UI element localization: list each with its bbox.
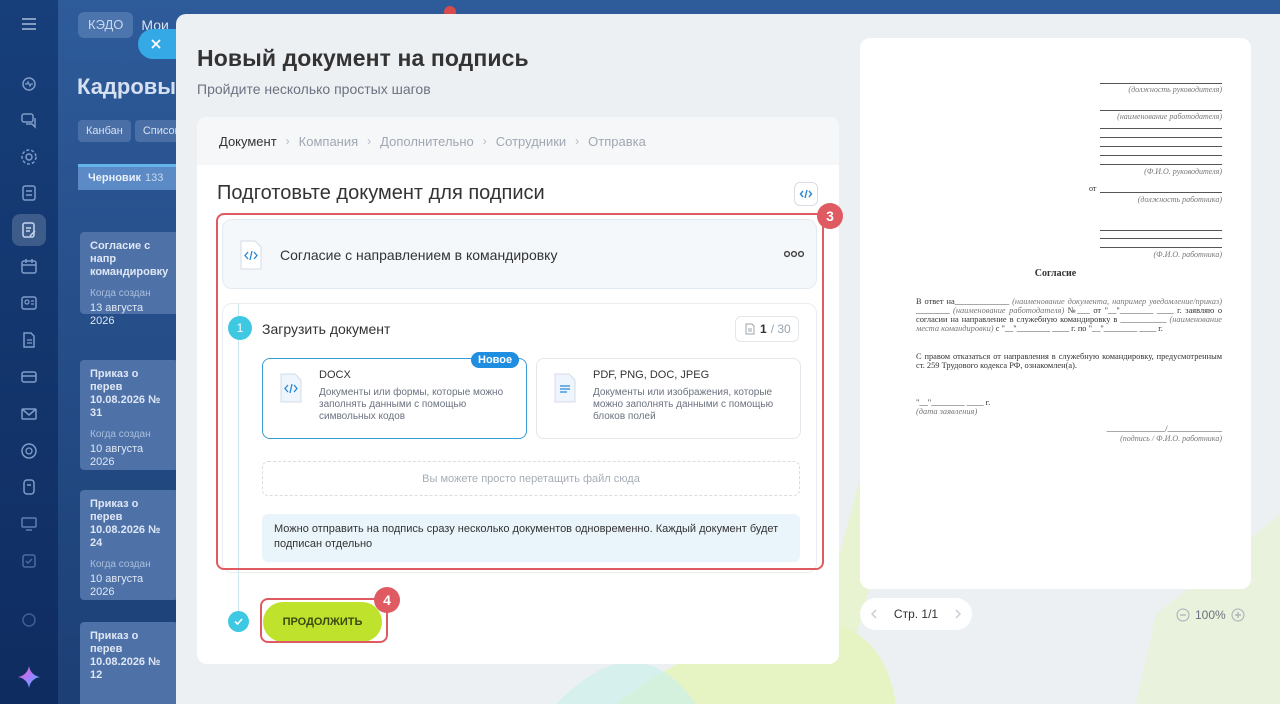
chevron-right-icon: › — [367, 134, 372, 148]
chevron-right-icon: › — [285, 134, 290, 148]
code-icon — [799, 189, 813, 199]
chevron-right-icon[interactable] — [954, 609, 962, 619]
caption-manager-position: (должность руководителя) — [1128, 85, 1222, 94]
circle-icon[interactable] — [19, 441, 39, 461]
kanban-card[interactable]: Приказ о перев 10.08.2026 № 24 Когда соз… — [80, 490, 178, 600]
zoom-controls: 100% — [1176, 608, 1245, 622]
chat-icon[interactable] — [19, 110, 39, 130]
tasks-icon[interactable] — [19, 183, 39, 203]
caption-employee-fio: (Ф.И.О. работника) — [1153, 250, 1222, 259]
chevron-left-icon[interactable] — [870, 609, 878, 619]
document-sign-icon[interactable] — [19, 220, 39, 240]
from-label: от — [1089, 184, 1097, 193]
menu-icon[interactable] — [19, 14, 39, 34]
wizard-steps: Документ › Компания › Дополнительно › Со… — [197, 117, 839, 165]
caption-date: (дата заявления) — [916, 407, 978, 416]
preview-paragraph-2: С правом отказаться от направления в слу… — [916, 352, 1222, 370]
callout-number-3: 3 — [817, 203, 843, 229]
card-title: Приказ о перев 10.08.2026 № 24 — [90, 498, 161, 549]
zoom-out-icon[interactable] — [1176, 608, 1190, 622]
card-date: 10 августа 2026 — [90, 573, 144, 598]
card-created-label: Когда создан — [90, 559, 151, 570]
kanban-card[interactable]: Согласие с напр командировку Когда созда… — [80, 232, 178, 327]
close-icon — [151, 39, 161, 49]
card-date: 10 августа 2026 — [90, 443, 144, 468]
chevron-right-icon: › — [575, 134, 580, 148]
step-complete-icon — [228, 611, 249, 632]
new-document-slider: Новый документ на подпись Пройдите неско… — [176, 14, 1280, 704]
wizard-card: Документ › Компания › Дополнительно › Со… — [197, 117, 843, 664]
background-view-switcher: Канбан Список — [78, 120, 188, 142]
zoom-in-icon[interactable] — [1231, 608, 1245, 622]
view-kanban[interactable]: Канбан — [78, 120, 131, 142]
card-title: Согласие с напр командировку — [90, 240, 169, 278]
card-date: 13 августа 2026 — [90, 302, 144, 327]
slider-subtitle: Пройдите несколько простых шагов — [197, 81, 431, 97]
kanban-card[interactable]: Приказ о перев 10.08.2026 № 12 — [80, 622, 178, 704]
chevron-right-icon: › — [482, 134, 487, 148]
calendar-icon[interactable] — [19, 256, 39, 276]
kanban-column-header: Черновик 133 — [78, 164, 178, 190]
copilot-logo-icon[interactable] — [16, 664, 42, 690]
step-document[interactable]: Документ — [219, 134, 277, 149]
card-created-label: Когда создан — [90, 429, 151, 440]
kanban-card[interactable]: Приказ о перев 10.08.2026 № 31 Когда соз… — [80, 360, 178, 470]
caption-employee-position: (должность работника) — [1137, 195, 1222, 204]
preview-sign-line: ______________/_____________ — [1106, 424, 1222, 433]
gear-icon[interactable] — [19, 147, 39, 167]
symbol-codes-button[interactable] — [794, 182, 818, 206]
tab-kedo[interactable]: КЭДО — [78, 12, 134, 38]
column-name: Черновик — [88, 172, 141, 184]
card-created-label: Когда создан — [90, 288, 151, 299]
step-sending[interactable]: Отправка — [588, 134, 646, 149]
card-title: Приказ о перев 10.08.2026 № 31 — [90, 368, 161, 419]
checkbox-icon[interactable] — [19, 551, 39, 571]
callout-number-4: 4 — [374, 587, 400, 613]
monitor-icon[interactable] — [19, 514, 39, 534]
caption-employer-name: (наименование работодателя) — [1117, 112, 1222, 121]
settings-icon[interactable] — [19, 610, 39, 630]
pulse-icon[interactable] — [19, 74, 39, 94]
page-indicator: Стр. 1/1 — [893, 607, 939, 621]
background-page-title: Кадровые — [77, 74, 189, 99]
left-sidebar — [0, 0, 58, 704]
page-navigator: Стр. 1/1 — [860, 598, 972, 630]
slider-title: Новый документ на подпись — [197, 45, 529, 71]
card-icon[interactable] — [19, 367, 39, 387]
callout-highlight-3 — [216, 213, 824, 570]
step-company[interactable]: Компания — [299, 134, 359, 149]
contacts-icon[interactable] — [19, 293, 39, 313]
step-employees[interactable]: Сотрудники — [496, 134, 566, 149]
document-preview: (должность руководителя) (наименование р… — [860, 38, 1251, 589]
preview-heading: Согласие — [1034, 268, 1077, 279]
card-title: Приказ о перев 10.08.2026 № 12 — [90, 630, 161, 681]
preview-paragraph-1: В ответ на_____________ (наименование до… — [916, 297, 1223, 333]
column-count: 133 — [144, 172, 164, 184]
mail-icon[interactable] — [19, 404, 39, 424]
callout-highlight-4 — [260, 598, 388, 643]
preview-date-line: "__"________ ____ г. — [916, 398, 991, 407]
zoom-level: 100% — [1195, 608, 1226, 622]
archive-icon[interactable] — [19, 477, 39, 497]
caption-manager-fio: (Ф.И.О. руководителя) — [1144, 167, 1222, 176]
file-icon[interactable] — [19, 330, 39, 350]
caption-signature: (подпись / Ф.И.О. работника) — [1120, 434, 1222, 443]
wizard-heading: Подготовьте документ для подписи — [217, 182, 545, 204]
close-slider-button[interactable] — [138, 29, 176, 59]
step-additional[interactable]: Дополнительно — [380, 134, 474, 149]
